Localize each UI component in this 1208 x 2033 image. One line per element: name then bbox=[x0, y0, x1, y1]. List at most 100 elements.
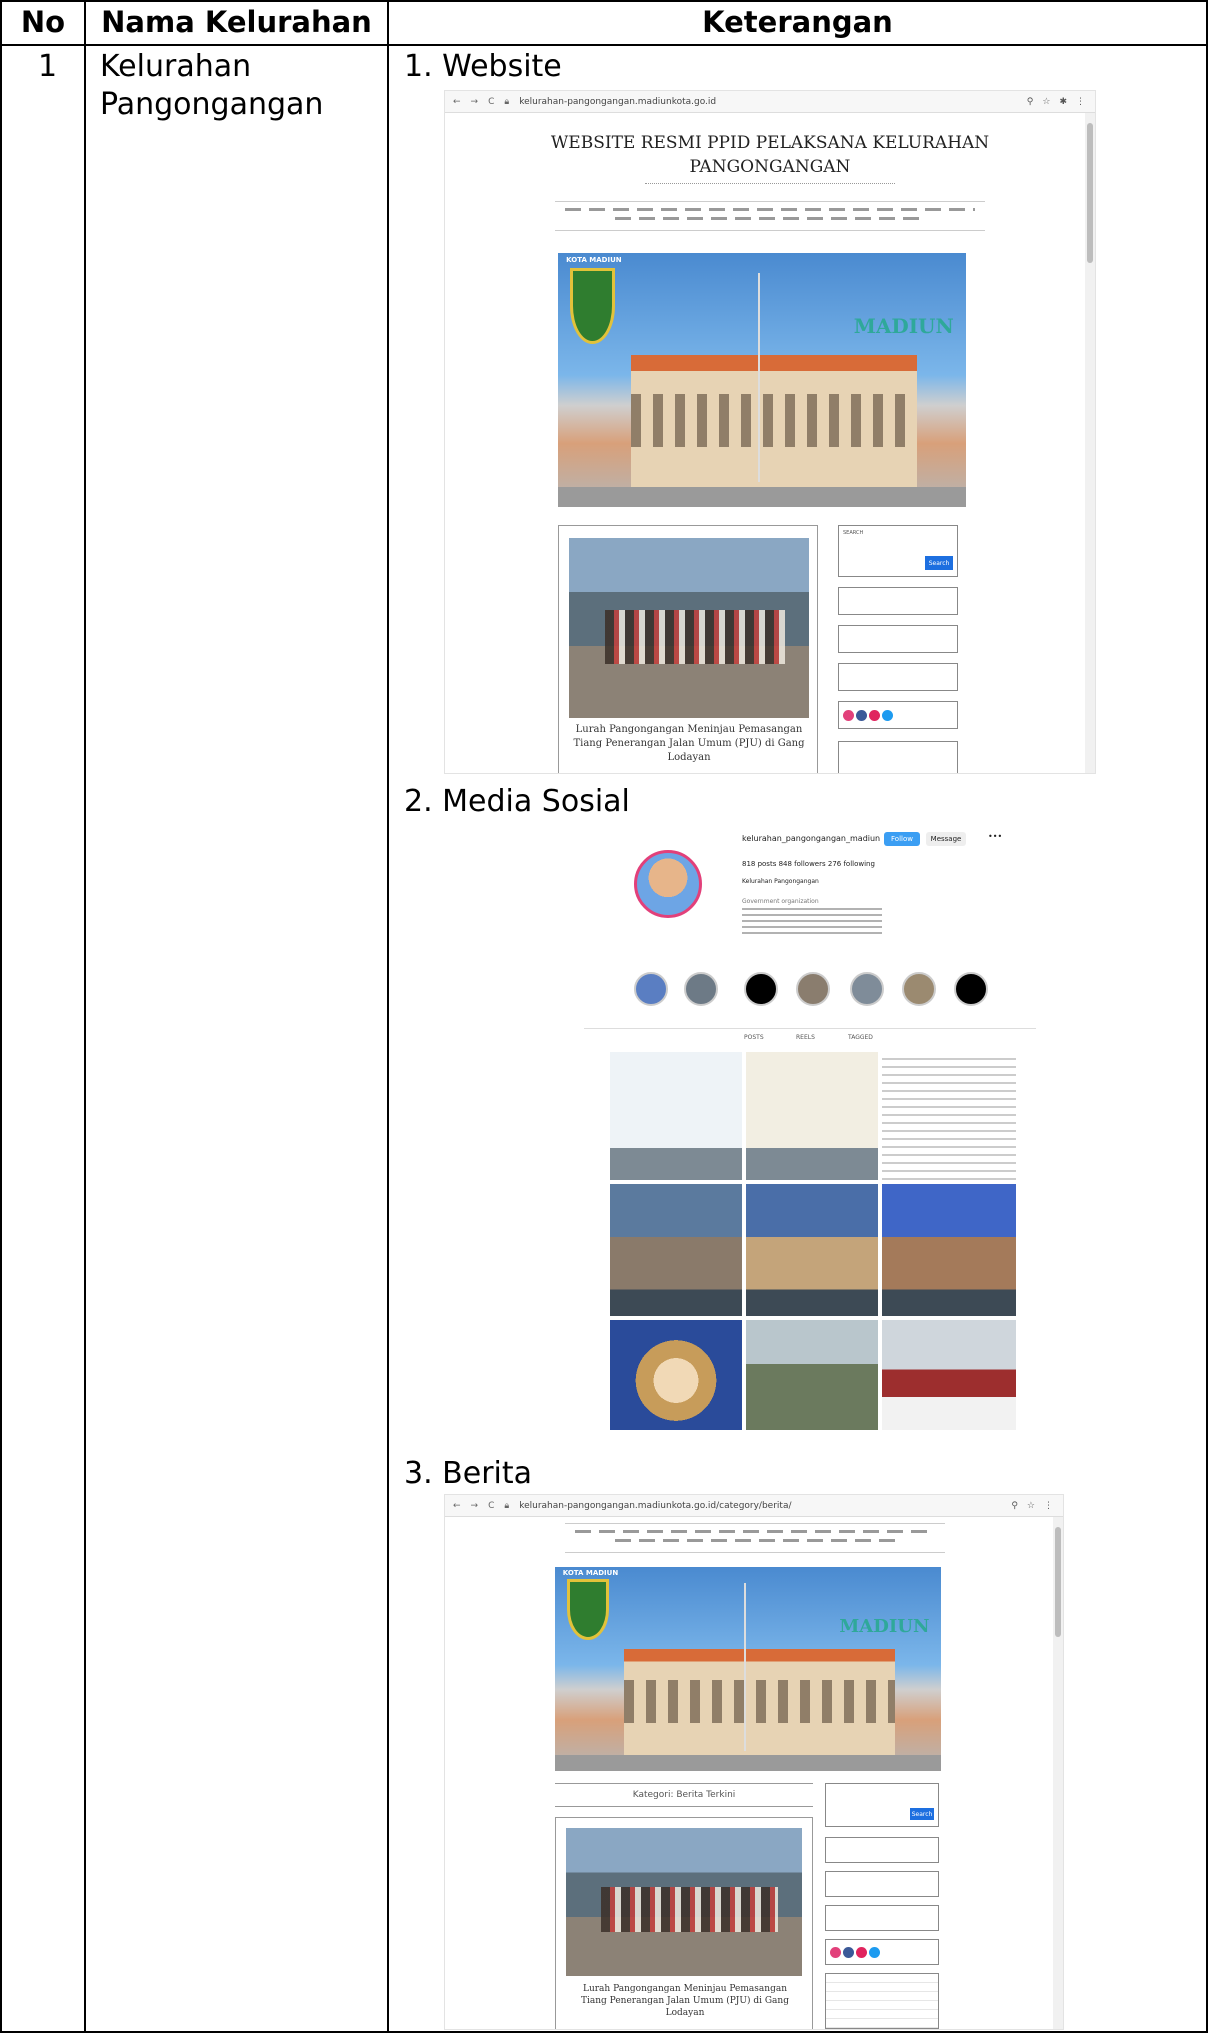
social-icons-widget bbox=[838, 701, 958, 729]
browser-toolbar: ← → C 🔒︎ kelurahan-pangongangan.madiunko… bbox=[445, 91, 1095, 113]
story-highlight-4[interactable] bbox=[796, 972, 830, 1006]
category-heading: Kategori: Berita Terkini bbox=[632, 1790, 736, 1800]
post-tile-8[interactable] bbox=[746, 1320, 878, 1430]
post-card: Lurah Pangongangan Meninjau Pemasangan T… bbox=[558, 525, 818, 773]
tabs-divider bbox=[584, 1028, 1036, 1029]
search-widget-berita: Search bbox=[825, 1783, 939, 1827]
post-tile-3[interactable] bbox=[882, 1052, 1016, 1180]
table-col-divider-1 bbox=[84, 0, 86, 2033]
forward-arrow-icon: → bbox=[470, 96, 479, 107]
item-website-label: 1. Website bbox=[404, 49, 562, 84]
post-tile-1[interactable] bbox=[610, 1052, 742, 1180]
post-tile-5[interactable] bbox=[746, 1184, 878, 1316]
address-bar-url-berita: kelurahan-pangongangan.madiunkota.go.id/… bbox=[519, 1500, 792, 1511]
story-highlight-2[interactable] bbox=[684, 972, 718, 1006]
site-nav-menu-berita bbox=[565, 1523, 945, 1553]
back-arrow-icon: ← bbox=[453, 1500, 461, 1511]
forward-arrow-icon: → bbox=[470, 1500, 479, 1511]
follow-button[interactable]: Follow bbox=[884, 832, 920, 846]
post-caption-line2: Tiang Penerangan Jalan Umum (PJU) di Gan… bbox=[573, 738, 805, 749]
calendar-widget bbox=[825, 1973, 939, 2029]
header-keterangan: Keterangan bbox=[702, 5, 893, 39]
story-highlight-6[interactable] bbox=[902, 972, 936, 1006]
page-scrollbar-berita bbox=[1053, 1517, 1063, 2029]
search-button[interactable]: Search bbox=[910, 1808, 934, 1820]
zoom-icon: ⚲ bbox=[1011, 1500, 1018, 1511]
site-nav-menu bbox=[555, 201, 985, 231]
social-icons-widget bbox=[825, 1939, 939, 1965]
bio-name: Kelurahan Pangongangan bbox=[742, 878, 819, 885]
sidebar-link-3[interactable] bbox=[838, 663, 958, 691]
post-photo bbox=[566, 1828, 802, 1976]
sidebar-link-3[interactable] bbox=[825, 1905, 939, 1931]
menu-dots-icon: ⋮ bbox=[1076, 96, 1085, 107]
item-berita-label: 3. Berita bbox=[404, 1456, 533, 1491]
table-col-divider-2 bbox=[387, 0, 389, 2033]
story-highlight-3[interactable] bbox=[744, 972, 778, 1006]
search-button[interactable]: Search bbox=[925, 556, 953, 570]
website-screenshot: ← → C 🔒︎ kelurahan-pangongangan.madiunko… bbox=[444, 90, 1096, 774]
search-widget: SEARCH Search bbox=[838, 525, 958, 577]
reload-icon: C bbox=[488, 96, 495, 107]
kelurahan-name-line1: Kelurahan bbox=[100, 49, 252, 84]
berita-post-card: Lurah Pangongangan Meninjau Pemasangan T… bbox=[555, 1817, 813, 2029]
lock-icon: 🔒︎ bbox=[504, 96, 510, 107]
site-title-line1: WEBSITE RESMI PPID PELAKSANA KELURAHAN bbox=[550, 133, 990, 153]
profile-avatar bbox=[634, 850, 702, 918]
header-no: No bbox=[20, 5, 66, 39]
tab-posts[interactable]: POSTS bbox=[744, 1034, 764, 1041]
city-crest-icon bbox=[570, 268, 616, 345]
banner-label: KOTA MADIUN bbox=[562, 1569, 619, 1578]
sidebar-link-2[interactable] bbox=[825, 1871, 939, 1897]
berita-screenshot: ← → C 🔒︎ kelurahan-pangongangan.madiunko… bbox=[444, 1494, 1064, 2030]
banner-label: KOTA MADIUN bbox=[566, 255, 622, 264]
more-options-icon[interactable]: ••• bbox=[988, 832, 1002, 841]
calendar-widget bbox=[838, 741, 958, 773]
zoom-icon: ⚲ bbox=[1026, 96, 1034, 107]
post-tile-2[interactable] bbox=[746, 1052, 878, 1180]
post-caption-line2: Tiang Penerangan Jalan Umum (PJU) di Gan… bbox=[581, 1996, 789, 2006]
post-caption-line3: Lodayan bbox=[665, 2008, 705, 2018]
madiun-logo: MADIUN bbox=[839, 1615, 930, 1637]
search-widget-label: SEARCH bbox=[843, 530, 864, 536]
lock-icon: 🔒︎ bbox=[504, 1500, 510, 1511]
table-border-left bbox=[0, 0, 2, 2033]
site-address-line bbox=[645, 183, 895, 188]
post-tile-7[interactable] bbox=[610, 1320, 742, 1430]
address-bar-url: kelurahan-pangongangan.madiunkota.go.id bbox=[519, 96, 717, 107]
office-building-banner-berita: KOTA MADIUN MADIUN bbox=[555, 1567, 941, 1771]
instagram-screenshot: kelurahan_pangongangan_madiun Follow Mes… bbox=[584, 820, 1036, 1440]
office-building-banner: KOTA MADIUN MADIUN bbox=[558, 253, 966, 507]
bio-category: Government organization bbox=[742, 898, 819, 905]
item-media-sosial-label: 2. Media Sosial bbox=[404, 784, 630, 819]
menu-dots-icon: ⋮ bbox=[1044, 1500, 1053, 1511]
extension-icon: ✱ bbox=[1059, 96, 1067, 107]
instagram-username: kelurahan_pangongangan_madiun bbox=[742, 834, 881, 843]
star-icon: ☆ bbox=[1026, 1500, 1035, 1511]
sidebar-link-1[interactable] bbox=[838, 587, 958, 615]
post-tile-4[interactable] bbox=[610, 1184, 742, 1316]
kelurahan-name-line2: Pangongangan bbox=[100, 87, 324, 122]
star-icon: ☆ bbox=[1042, 96, 1051, 107]
tab-tagged[interactable]: TAGGED bbox=[848, 1034, 873, 1041]
category-heading-box: Kategori: Berita Terkini bbox=[555, 1783, 813, 1807]
post-tile-9[interactable] bbox=[882, 1320, 1016, 1430]
post-caption-line1: Lurah Pangongangan Meninjau Pemasangan bbox=[575, 724, 803, 735]
header-nama-kelurahan: Nama Kelurahan bbox=[101, 5, 372, 39]
post-caption-line3: Lodayan bbox=[667, 752, 711, 763]
tab-reels[interactable]: REELS bbox=[796, 1034, 815, 1041]
message-button[interactable]: Message bbox=[926, 832, 966, 846]
bio-details bbox=[742, 908, 882, 938]
back-arrow-icon: ← bbox=[453, 96, 461, 107]
profile-stats: 818 posts 848 followers 276 following bbox=[742, 860, 875, 868]
story-highlight-7[interactable] bbox=[954, 972, 988, 1006]
story-highlight-1[interactable] bbox=[634, 972, 668, 1006]
post-tile-6[interactable] bbox=[882, 1184, 1016, 1316]
table-border-header-bottom bbox=[0, 44, 1208, 46]
post-photo bbox=[569, 538, 809, 718]
page-scrollbar bbox=[1085, 113, 1095, 773]
sidebar-link-1[interactable] bbox=[825, 1837, 939, 1863]
story-highlight-5[interactable] bbox=[850, 972, 884, 1006]
sidebar-link-2[interactable] bbox=[838, 625, 958, 653]
madiun-logo: MADIUN bbox=[853, 313, 954, 338]
